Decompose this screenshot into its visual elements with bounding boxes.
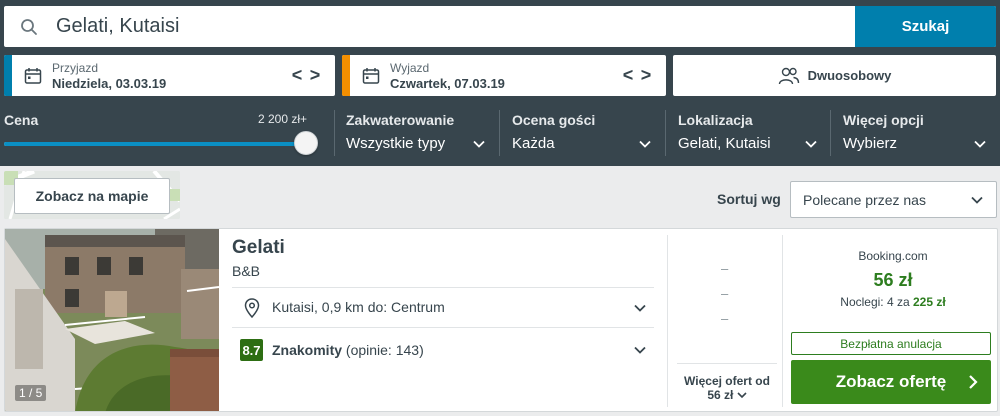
filter-divider	[830, 110, 831, 156]
location-filter[interactable]: Lokalizacja Gelati, Kutaisi	[678, 108, 824, 160]
empty-offer-slot: –	[721, 311, 729, 326]
chevron-down-icon	[639, 140, 651, 148]
chevron-right-icon	[969, 375, 978, 389]
checkin-next-day-button[interactable]: >	[307, 65, 323, 86]
room-type-label: Dwuosobowy	[807, 68, 892, 83]
rating-summary[interactable]: Znakomity (opinie: 143)	[272, 342, 424, 358]
chevron-down-icon	[473, 140, 485, 148]
price-max-value: 2 200 zł+	[258, 112, 308, 126]
filter-divider	[499, 110, 500, 156]
checkin-prev-day-button[interactable]: <	[289, 65, 305, 86]
filter-divider	[665, 110, 666, 156]
price-slider-handle[interactable]	[294, 131, 318, 155]
checkin-label: Przyjazd	[52, 61, 99, 75]
search-button[interactable]: Szukaj	[855, 6, 996, 47]
price-filter-label: Cena	[4, 112, 39, 128]
search-bar: Szukaj	[4, 6, 996, 47]
more-options-filter[interactable]: Więcej opcji Wybierz	[843, 108, 993, 160]
more-options-filter-label: Więcej opcji	[843, 112, 924, 128]
offer-price[interactable]: 56 zł	[792, 270, 994, 291]
hotel-type: B&B	[232, 263, 261, 279]
rating-score-badge: 8.7	[240, 339, 263, 361]
hotel-photo[interactable]: 1 / 5	[5, 229, 219, 411]
accommodation-filter-label: Zakwaterowanie	[346, 112, 455, 128]
more-offers-price: 56 zł	[677, 388, 777, 402]
price-slider-track[interactable]	[4, 142, 312, 146]
offer-provider: Booking.com	[858, 249, 928, 263]
sort-label: Sortuj wg	[717, 191, 781, 207]
accommodation-filter-value: Wszystkie typy	[346, 135, 446, 152]
room-type-selector[interactable]: Dwuosobowy	[673, 55, 996, 96]
checkout-accent-stripe	[342, 55, 350, 96]
calendar-icon	[24, 68, 42, 84]
more-offers-button[interactable]: Więcej ofert od 56 zł	[677, 363, 777, 407]
card-column-divider	[782, 235, 783, 407]
accommodation-filter[interactable]: Zakwaterowanie Wszystkie typy	[346, 108, 492, 160]
empty-offer-slot: –	[721, 286, 729, 301]
hotel-location[interactable]: Kutaisi, 0,9 km do: Centrum	[272, 299, 445, 315]
chevron-down-icon[interactable]	[633, 343, 647, 357]
hotel-result-card: 1 / 5 Gelati B&B Kutaisi, 0,9 km do: Cen…	[4, 228, 998, 412]
chevron-down-icon	[737, 392, 747, 399]
search-input[interactable]	[56, 6, 846, 47]
checkin-value: Niedziela, 03.03.19	[52, 76, 167, 91]
offer-nights-total: Noclegi: 4 za 225 zł	[840, 295, 946, 309]
search-panel: Szukaj Przyjazd Niedziela, 03.03.19 < > …	[0, 0, 1000, 166]
view-deal-button[interactable]: Zobacz ofertę	[791, 360, 991, 404]
guest-rating-filter-label: Ocena gości	[512, 112, 596, 128]
people-icon	[778, 67, 799, 84]
guest-rating-filter[interactable]: Ocena gości Każda	[512, 108, 658, 160]
card-divider	[232, 327, 654, 328]
price-slider-fill	[4, 142, 312, 146]
sort-select-value: Polecane przez nas	[803, 192, 926, 208]
search-icon	[21, 19, 37, 35]
chevron-down-icon	[971, 196, 983, 204]
calendar-icon	[362, 68, 380, 84]
hotel-name[interactable]: Gelati	[232, 237, 285, 259]
checkout-date-field[interactable]: Wyjazd Czwartek, 07.03.19 < >	[342, 55, 666, 96]
rating-word: Znakomity	[272, 342, 343, 358]
card-divider	[232, 287, 654, 288]
card-column-divider	[667, 235, 668, 407]
view-deal-label: Zobacz ofertę	[835, 372, 947, 391]
more-offers-label: Więcej ofert od	[684, 374, 770, 388]
location-pin-icon	[244, 298, 260, 318]
checkout-label: Wyjazd	[390, 61, 430, 75]
checkin-accent-stripe	[4, 55, 12, 96]
filter-divider	[334, 110, 335, 156]
checkout-value: Czwartek, 07.03.19	[390, 76, 505, 91]
photo-counter: 1 / 5	[15, 385, 47, 401]
sort-select[interactable]: Polecane przez nas	[790, 181, 997, 218]
chevron-down-icon[interactable]	[633, 301, 647, 315]
empty-offer-slot: –	[721, 261, 729, 276]
location-filter-value: Gelati, Kutaisi	[678, 135, 771, 152]
free-cancellation-badge: Bezpłatna anulacja	[791, 332, 991, 355]
guest-rating-filter-value: Każda	[512, 135, 555, 152]
checkout-prev-day-button[interactable]: <	[620, 65, 636, 86]
checkout-next-day-button[interactable]: >	[638, 65, 654, 86]
view-on-map-button[interactable]: Zobacz na mapie	[14, 178, 170, 214]
checkin-date-field[interactable]: Przyjazd Niedziela, 03.03.19 < >	[4, 55, 335, 96]
more-options-filter-value: Wybierz	[843, 135, 898, 152]
rating-count: (opinie: 143)	[345, 342, 424, 358]
chevron-down-icon	[805, 140, 817, 148]
chevron-down-icon	[974, 140, 986, 148]
location-filter-label: Lokalizacja	[678, 112, 753, 128]
